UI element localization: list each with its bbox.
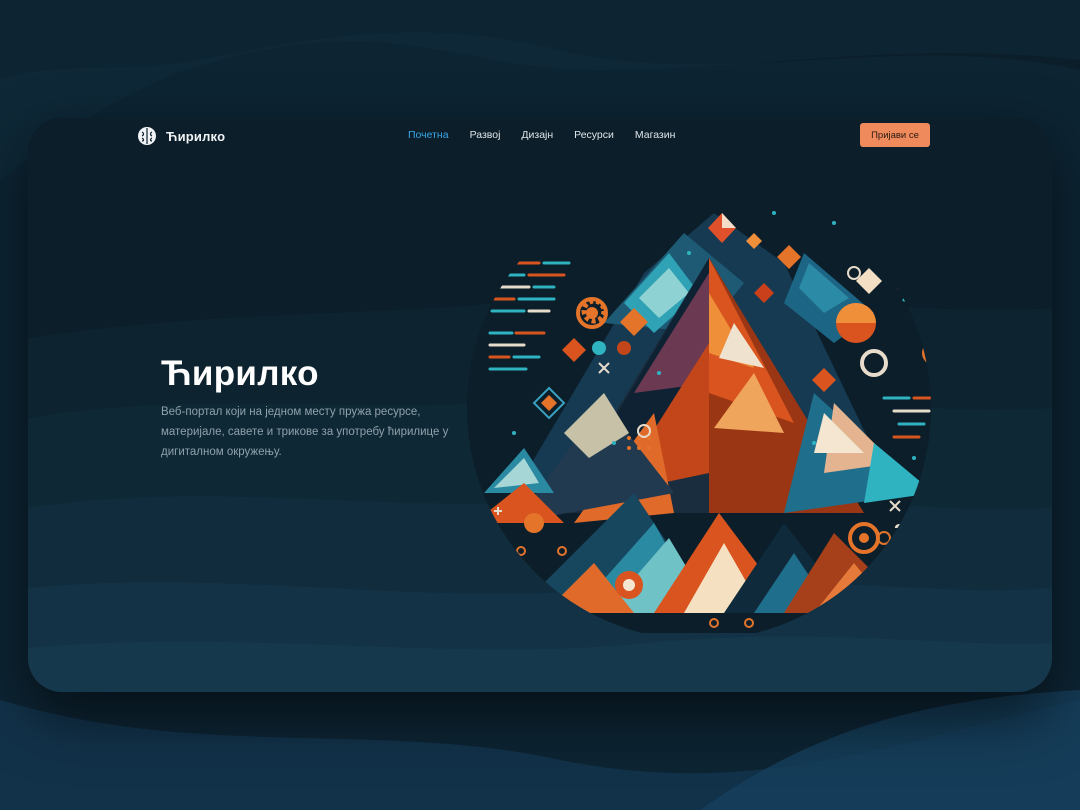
nav-item-home[interactable]: Почетна [408, 129, 449, 141]
top-navbar: Ћирилко Почетна Развој Дизајн Ресурси Ма… [28, 118, 1052, 154]
nav-item-design[interactable]: Дизајн [521, 129, 553, 141]
nav-item-magazine[interactable]: Магазин [635, 129, 676, 141]
main-menu: Почетна Развој Дизајн Ресурси Магазин [408, 129, 696, 141]
brand-logo[interactable]: Ћирилко [136, 125, 225, 147]
hero-illustration: 222 ? [467, 193, 931, 633]
question-icon: ? [914, 555, 924, 572]
illustration-number: 222 [894, 521, 927, 543]
hero-description: Веб-портал који на једном месту пружа ре… [161, 406, 449, 458]
main-card: Ћирилко Почетна Развој Дизајн Ресурси Ма… [28, 118, 1052, 692]
brain-logo-icon [138, 127, 156, 145]
login-button[interactable]: Пријави се [860, 123, 930, 147]
hero-title: Ћирилко [161, 354, 319, 393]
brand-name: Ћирилко [166, 128, 226, 144]
nav-item-development[interactable]: Развој [470, 129, 501, 141]
nav-item-resources[interactable]: Ресурси [574, 129, 614, 141]
